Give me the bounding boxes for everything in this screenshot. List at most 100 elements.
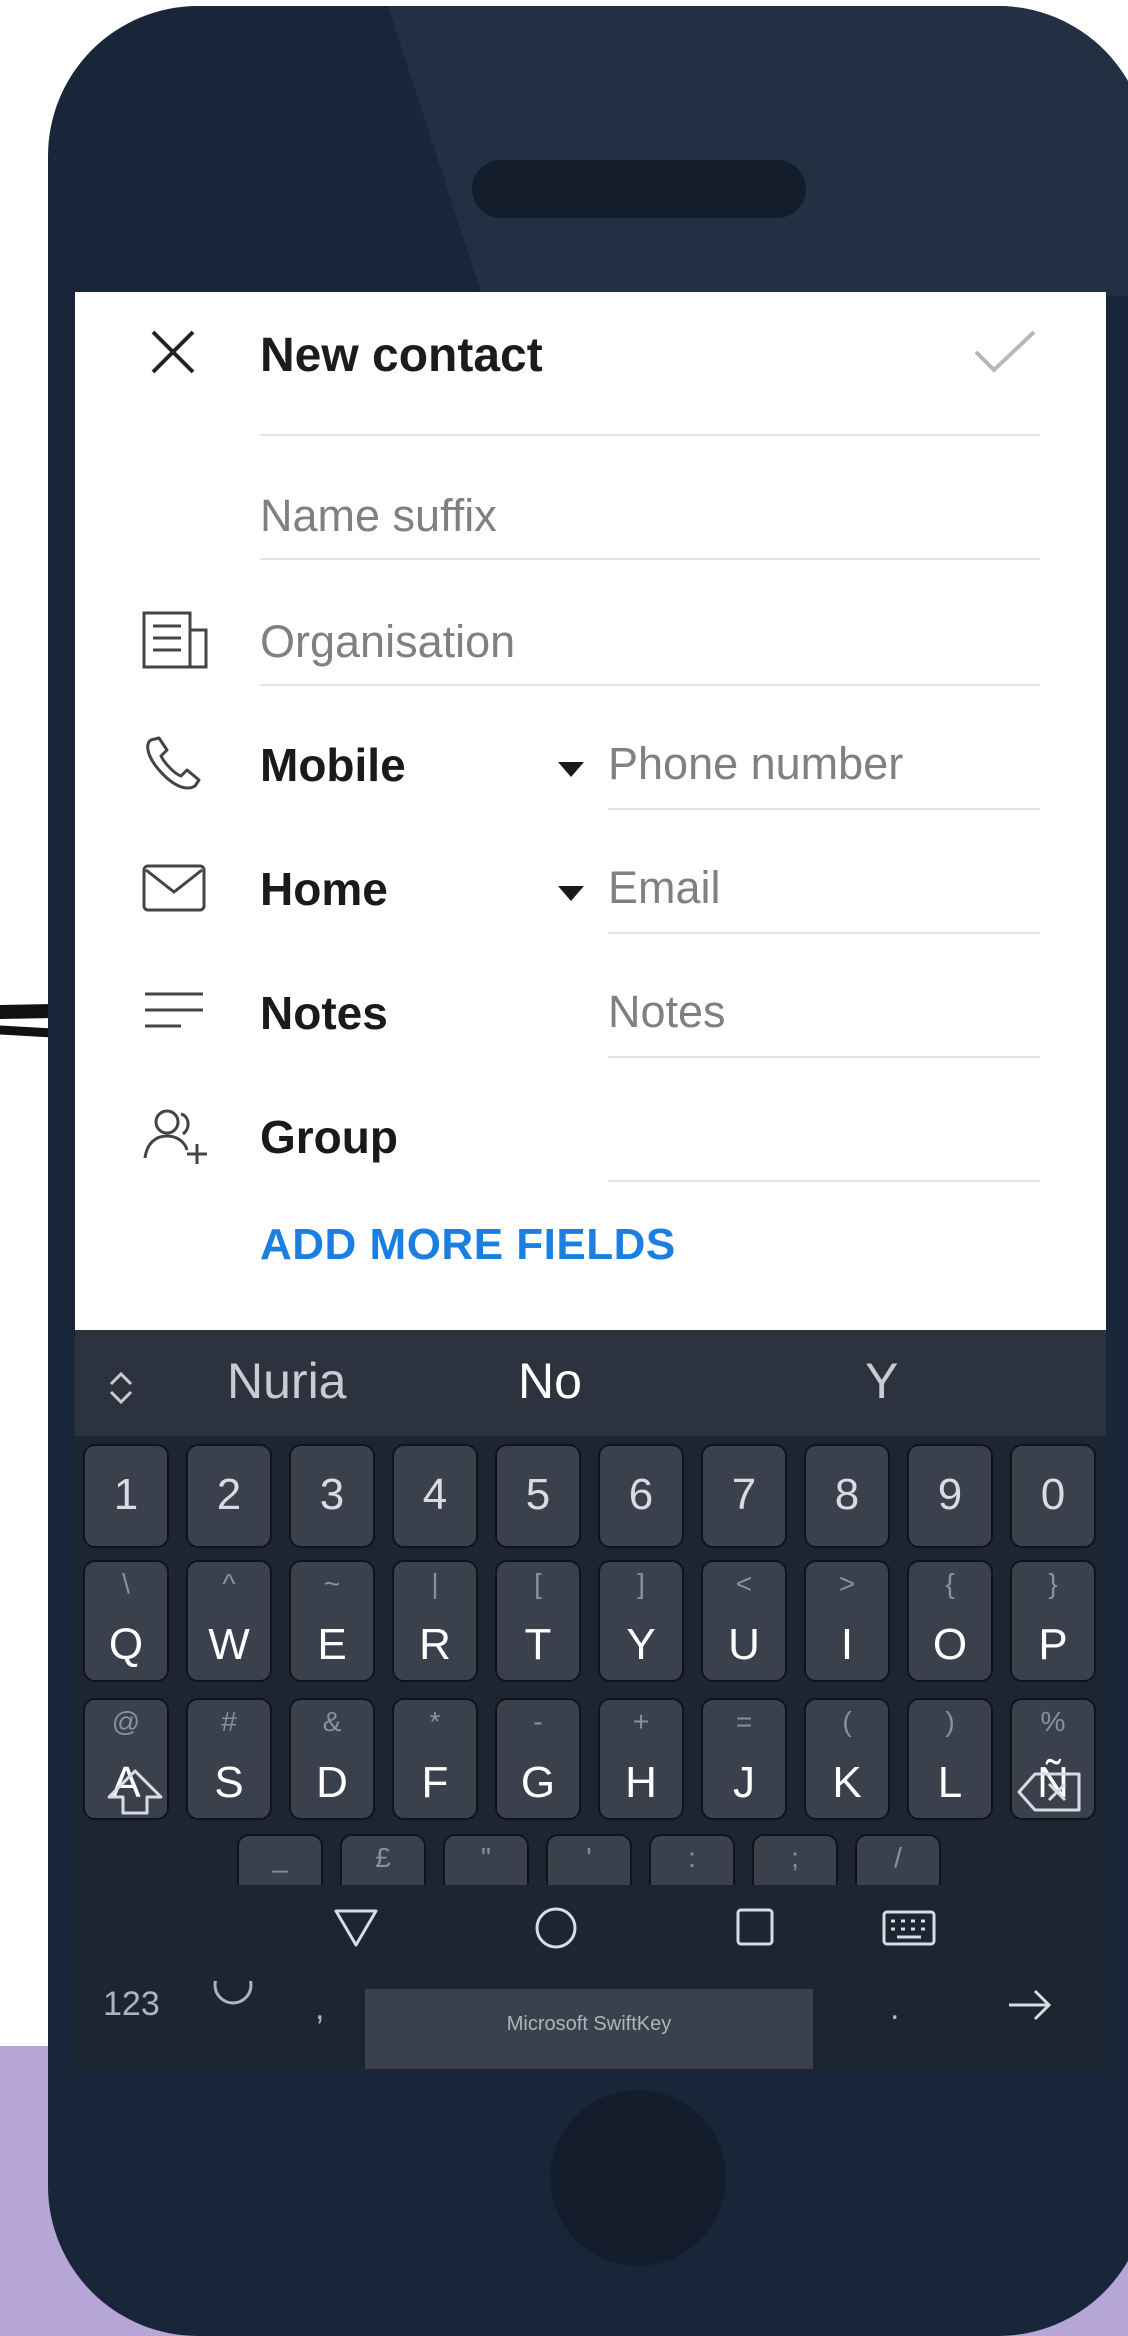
group-field[interactable] — [608, 1180, 1040, 1182]
key-s[interactable]: # S — [186, 1698, 272, 1820]
email-icon — [142, 864, 206, 912]
key-q[interactable]: \ Q — [83, 1560, 169, 1682]
key-7[interactable]: 7 — [701, 1444, 787, 1548]
key-alt-label: / — [894, 1842, 902, 1873]
key-alt-label: ^ — [222, 1568, 236, 1599]
key-h[interactable]: + H — [598, 1698, 684, 1820]
key-alt-label: ] — [637, 1568, 645, 1599]
phone-home-button[interactable] — [550, 2090, 726, 2266]
key-3[interactable]: 3 — [289, 1444, 375, 1548]
key-l[interactable]: ) L — [907, 1698, 993, 1820]
phone-frame: New contact Name suffix Organisation Mob… — [48, 6, 1128, 2336]
phone-icon — [146, 736, 201, 790]
suggestion-expand-icon[interactable] — [107, 1370, 135, 1406]
key-f[interactable]: * F — [392, 1698, 478, 1820]
phone-sheen — [388, 6, 1128, 296]
phone-type-label[interactable]: Mobile — [260, 738, 406, 792]
comma-key[interactable]: , — [315, 1989, 324, 2028]
organisation-field[interactable]: Organisation — [260, 616, 515, 668]
key-y[interactable]: ] Y — [598, 1560, 684, 1682]
back-nav-icon[interactable] — [333, 1907, 379, 1949]
key-label: R — [419, 1620, 451, 1669]
email-type-dropdown-icon[interactable] — [558, 886, 584, 901]
key-k[interactable]: (K — [804, 1698, 890, 1820]
key-alt-label: > — [838, 1568, 856, 1599]
key-label: I — [840, 1620, 854, 1669]
group-label: Group — [260, 1111, 398, 1163]
key-label: P — [1038, 1620, 1068, 1669]
key-alt-label: - — [533, 1706, 543, 1737]
key-alt-label: ' — [586, 1842, 592, 1873]
email-type-label[interactable]: Home — [260, 862, 388, 916]
add-more-fields-button[interactable]: ADD MORE FIELDS — [260, 1220, 676, 1270]
keys-area: 1 2 3 4 5 6 7 8 9 0 \ Q ^ W ~ E | R[T] Y < U > I{O} P @ A # S & D * F - G… — [75, 1436, 1106, 1956]
key-label: 7 — [731, 1470, 757, 1519]
shift-icon[interactable] — [105, 1767, 165, 1817]
email-field[interactable]: Email — [608, 862, 721, 914]
key-j[interactable]: = J — [701, 1698, 787, 1820]
page-title: New contact — [260, 329, 543, 382]
emoji-icon[interactable] — [213, 1981, 253, 2011]
key-alt-label: ; — [791, 1842, 799, 1873]
key-6[interactable]: 6 — [598, 1444, 684, 1548]
key-label: G — [520, 1758, 556, 1807]
key-label: 4 — [422, 1470, 448, 1519]
key-o[interactable]: {O — [907, 1560, 993, 1682]
key-label: S — [214, 1758, 244, 1807]
key-alt-label: + — [632, 1706, 650, 1737]
key-label: 6 — [628, 1470, 654, 1519]
suggestion-right[interactable]: Y — [865, 1352, 898, 1410]
keyboard-nav-icon[interactable] — [881, 1909, 937, 1947]
key-e[interactable]: ~ E — [289, 1560, 375, 1682]
key-label: D — [316, 1758, 348, 1807]
notes-field[interactable]: Notes — [608, 986, 726, 1038]
check-icon[interactable] — [970, 326, 1040, 378]
key-0[interactable]: 0 — [1010, 1444, 1096, 1548]
key-r[interactable]: | R — [392, 1560, 478, 1682]
key-alt-label: * — [429, 1706, 441, 1737]
key-8[interactable]: 8 — [804, 1444, 890, 1548]
key-5[interactable]: 5 — [495, 1444, 581, 1548]
key-2[interactable]: 2 — [186, 1444, 272, 1548]
key-label: 3 — [319, 1470, 345, 1519]
backspace-icon[interactable] — [1017, 1770, 1083, 1814]
keyboard-bottom-row: 123 , Microsoft SwiftKey . — [75, 1977, 1106, 2070]
recents-nav-icon[interactable] — [735, 1907, 775, 1947]
key-4[interactable]: 4 — [392, 1444, 478, 1548]
key-alt-label: \ — [122, 1568, 130, 1599]
key-u[interactable]: < U — [701, 1560, 787, 1682]
key-t[interactable]: [T — [495, 1560, 581, 1682]
period-key[interactable]: . — [890, 1989, 899, 2028]
key-label: T — [524, 1620, 552, 1669]
numbers-key[interactable]: 123 — [103, 1985, 160, 2024]
key-label: F — [421, 1758, 449, 1807]
key-alt-label: % — [1040, 1706, 1066, 1737]
key-d[interactable]: & D — [289, 1698, 375, 1820]
key-p[interactable]: } P — [1010, 1560, 1096, 1682]
key-1[interactable]: 1 — [83, 1444, 169, 1548]
key-label: L — [937, 1758, 963, 1807]
suggestion-center[interactable]: No — [518, 1352, 582, 1410]
home-nav-icon[interactable] — [533, 1905, 579, 1951]
key-alt-label: = — [735, 1706, 753, 1737]
key-alt-label: | — [431, 1568, 439, 1599]
phone-number-field[interactable]: Phone number — [608, 738, 903, 790]
key-label: W — [208, 1620, 250, 1669]
close-icon[interactable] — [147, 326, 199, 378]
name-suffix-field[interactable]: Name suffix — [260, 490, 497, 542]
key-9[interactable]: 9 — [907, 1444, 993, 1548]
key-w[interactable]: ^ W — [186, 1560, 272, 1682]
key-label: Q — [108, 1620, 144, 1669]
organisation-underline — [260, 684, 1040, 686]
key-g[interactable]: -G — [495, 1698, 581, 1820]
space-bar[interactable]: Microsoft SwiftKey — [365, 1989, 813, 2069]
enter-arrow-icon[interactable] — [1005, 1985, 1055, 2025]
key-alt-label: ) — [945, 1706, 955, 1737]
phone-type-dropdown-icon[interactable] — [558, 762, 584, 777]
key-label: 1 — [113, 1470, 139, 1519]
suggestion-left[interactable]: Nuria — [227, 1352, 346, 1410]
notes-underline — [608, 1056, 1040, 1058]
key-i[interactable]: > I — [804, 1560, 890, 1682]
notes-label: Notes — [260, 987, 388, 1039]
name-suffix-underline — [260, 558, 1040, 560]
